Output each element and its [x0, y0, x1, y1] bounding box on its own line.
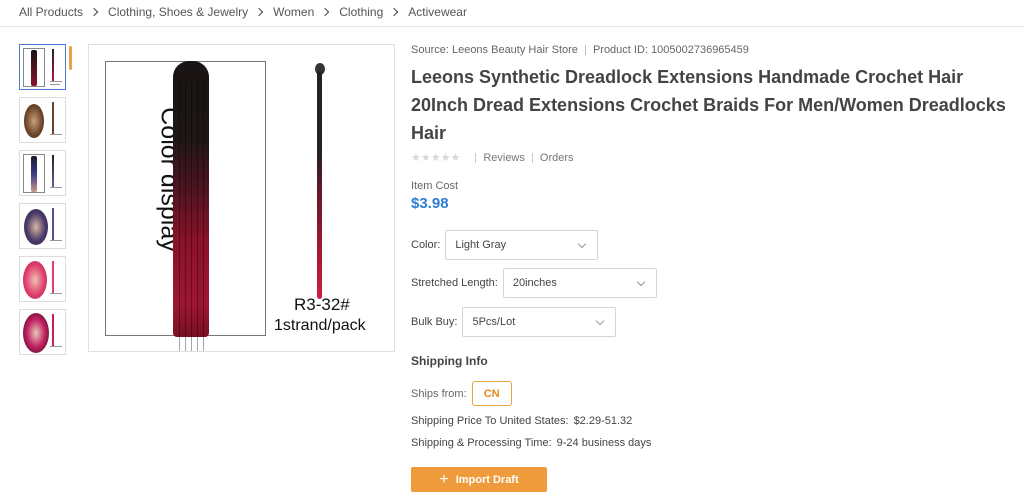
- thumbnail-strand-image: [52, 314, 54, 346]
- main-product-image[interactable]: Color display R3-32# 1strand/pack: [88, 44, 395, 352]
- stretched-length-select[interactable]: 20inches: [502, 268, 657, 298]
- item-cost-value: $3.98: [411, 195, 449, 212]
- stretched-length-label: Stretched Length:: [411, 277, 498, 289]
- strand-line: [185, 81, 186, 351]
- divider: [475, 152, 477, 163]
- single-strand-image: [317, 71, 322, 299]
- chevron-right-icon: [254, 7, 264, 17]
- star-rating-icon: ★★★★★: [411, 152, 461, 164]
- divider: [584, 45, 586, 56]
- color-label: Color:: [411, 239, 441, 251]
- breadcrumb-all-products[interactable]: All Products: [19, 5, 83, 19]
- color-select[interactable]: Light Gray: [445, 230, 599, 260]
- breadcrumb-women[interactable]: Women: [273, 5, 314, 19]
- shipping-price-value: $2.29-51.32: [573, 415, 633, 427]
- thumbnail-strand-image: [52, 102, 54, 134]
- divider: [531, 152, 533, 163]
- thumbnail-3[interactable]: [19, 150, 66, 196]
- source-store[interactable]: Source: Leeons Beauty Hair Store: [411, 44, 578, 56]
- strand-line: [191, 81, 192, 351]
- thumbnail-model-image: [24, 104, 44, 138]
- bulk-buy-value: 5Pcs/Lot: [472, 316, 516, 328]
- shipping-price-label: Shipping Price To United States:: [411, 415, 569, 427]
- strand-line: [197, 81, 198, 351]
- bulk-buy-select[interactable]: 5Pcs/Lot: [462, 307, 617, 337]
- import-draft-label: Import Draft: [455, 473, 519, 486]
- thumbnail-caption: [50, 240, 62, 241]
- shipping-time-label: Shipping & Processing Time:: [411, 437, 552, 449]
- thumbnail-scrollbar[interactable]: [69, 46, 72, 70]
- breadcrumb: All Products Clothing, Shoes & Jewelry W…: [19, 4, 467, 20]
- thumbnail-model-image: [23, 313, 49, 353]
- chevron-right-icon: [390, 7, 399, 17]
- orders-link[interactable]: Orders: [540, 152, 574, 164]
- strand-line: [179, 81, 180, 351]
- chevron-down-icon: [636, 277, 646, 287]
- plus-icon: +: [439, 470, 449, 488]
- pack-caption: 1strand/pack: [274, 317, 366, 334]
- color-option-row: Color: Light Gray: [411, 230, 599, 260]
- shipping-info-heading: Shipping Info: [411, 354, 488, 368]
- import-draft-button[interactable]: + Import Draft: [411, 467, 547, 492]
- thumbnail-hair-image: [31, 156, 37, 192]
- breadcrumb-divider: [0, 26, 1024, 27]
- thumbnail-caption: [50, 84, 60, 85]
- ships-from-badge[interactable]: CN: [471, 381, 512, 406]
- bulk-buy-label: Bulk Buy:: [411, 316, 458, 328]
- thumbnail-model-image: [24, 209, 48, 245]
- chevron-right-icon: [89, 7, 99, 17]
- rating-line: ★★★★★ Reviews Orders: [411, 151, 574, 165]
- color-select-value: Light Gray: [455, 239, 507, 251]
- chevron-right-icon: [321, 7, 330, 17]
- product-title-line: Hair: [411, 123, 447, 143]
- breadcrumb-activewear[interactable]: Activewear: [408, 5, 467, 19]
- shipping-price-row: Shipping Price To United States: $2.29-51…: [411, 415, 632, 427]
- strand-line: [203, 81, 204, 351]
- bulk-option-row: Bulk Buy: 5Pcs/Lot: [411, 307, 617, 337]
- length-option-row: Stretched Length: 20inches: [411, 268, 657, 298]
- thumbnail-caption: [50, 134, 62, 135]
- product-title: Leeons Synthetic Dreadlock Extensions Ha…: [411, 63, 1024, 147]
- chevron-down-icon: [578, 239, 587, 249]
- thumbnail-caption: [50, 293, 62, 294]
- breadcrumb-clothing-shoes-jewelry[interactable]: Clothing, Shoes & Jewelry: [108, 5, 248, 19]
- product-id: Product ID: 1005002736965459: [592, 44, 749, 56]
- thumbnail-1[interactable]: [19, 44, 66, 90]
- thumbnail-caption: [50, 187, 62, 188]
- color-code-caption: R3-32#: [294, 295, 350, 314]
- reviews-link[interactable]: Reviews: [483, 152, 525, 164]
- stretched-length-value: 20inches: [512, 277, 557, 289]
- thumbnail-5[interactable]: [19, 256, 66, 302]
- breadcrumb-clothing[interactable]: Clothing: [339, 5, 383, 19]
- thumbnail-strand-image: [52, 261, 54, 293]
- item-cost-label: Item Cost: [411, 180, 459, 192]
- thumbnail-model-image: [23, 261, 47, 299]
- thumbnail-4[interactable]: [19, 203, 66, 249]
- ships-from-label: Ships from:: [411, 387, 467, 400]
- shipping-time-row: Shipping & Processing Time: 9-24 business…: [411, 437, 651, 449]
- shipping-time-value: 9-24 business days: [556, 437, 652, 449]
- thumbnail-6[interactable]: [19, 309, 66, 355]
- thumbnail-strand-image: [52, 155, 54, 187]
- chevron-down-icon: [596, 316, 605, 326]
- product-title-line: Leeons Synthetic Dreadlock Extensions Ha…: [411, 67, 964, 87]
- thumbnail-2[interactable]: [19, 97, 66, 143]
- thumbnail-caption: [50, 81, 62, 82]
- thumbnail-hair-image: [31, 50, 37, 86]
- ships-from-row: Ships from: CN: [411, 381, 512, 406]
- thumbnail-strand-image: [52, 49, 54, 81]
- thumbnail-caption: [50, 346, 62, 347]
- product-title-line: 20Inch Dread Extensions Crochet Braids F…: [411, 95, 1006, 115]
- source-line: Source: Leeons Beauty Hair Store Product …: [411, 44, 749, 56]
- thumbnail-list: [19, 44, 66, 362]
- dreadlock-bundle-image: [173, 61, 209, 351]
- thumbnail-strand-image: [52, 208, 54, 240]
